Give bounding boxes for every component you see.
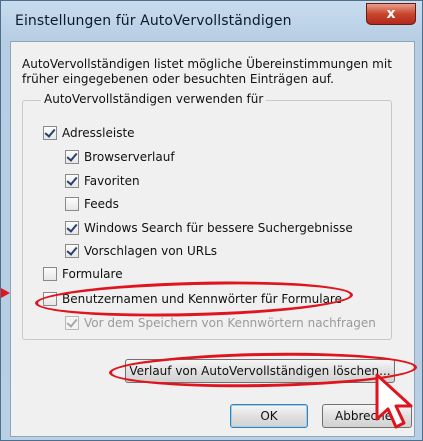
ok-label: OK xyxy=(260,409,278,423)
windows-search-label: Windows Search für bessere Suchergebniss… xyxy=(84,221,353,235)
favoriten-checkbox[interactable] xyxy=(65,174,79,188)
title-bar[interactable]: Einstellungen für AutoVervollständigen x xyxy=(1,1,423,41)
option-windows-search[interactable]: Windows Search für bessere Suchergebniss… xyxy=(65,219,353,237)
close-icon: x xyxy=(386,6,396,22)
group-label: AutoVervollständigen verwenden für xyxy=(41,92,267,106)
option-formulare[interactable]: Formulare xyxy=(43,265,123,283)
ok-button[interactable]: OK xyxy=(230,404,308,428)
windows-search-checkbox[interactable] xyxy=(65,221,79,235)
option-ask-before-saving: Vor dem Speichern von Kennwörtern nachfr… xyxy=(65,314,376,332)
adressleiste-label: Adressleiste xyxy=(62,126,135,140)
pointer-arrow-icon xyxy=(1,288,10,298)
autocomplete-settings-dialog: Einstellungen für AutoVervollständigen x… xyxy=(0,0,423,441)
option-adressleiste[interactable]: Adressleiste xyxy=(43,124,135,142)
window-title: Einstellungen für AutoVervollständigen xyxy=(15,13,292,29)
option-browserverlauf[interactable]: Browserverlauf xyxy=(65,148,175,166)
suggest-urls-label: Vorschlagen von URLs xyxy=(84,244,218,258)
option-feeds[interactable]: Feeds xyxy=(65,195,119,213)
suggest-urls-checkbox[interactable] xyxy=(65,244,79,258)
formulare-checkbox[interactable] xyxy=(43,267,57,281)
browserverlauf-checkbox[interactable] xyxy=(65,150,79,164)
option-favoriten[interactable]: Favoriten xyxy=(65,172,140,190)
browserverlauf-label: Browserverlauf xyxy=(84,150,175,164)
mouse-cursor-icon xyxy=(375,373,413,429)
adressleiste-checkbox[interactable] xyxy=(43,126,57,140)
option-suggest-urls[interactable]: Vorschlagen von URLs xyxy=(65,242,217,260)
close-button[interactable]: x xyxy=(366,3,416,25)
feeds-checkbox[interactable] xyxy=(65,197,79,211)
ask-before-saving-checkbox xyxy=(65,316,79,330)
description-text: AutoVervollständigen listet mögliche Übe… xyxy=(22,57,392,86)
favoriten-label: Favoriten xyxy=(84,174,140,188)
feeds-label: Feeds xyxy=(84,197,119,211)
formulare-label: Formulare xyxy=(62,267,123,281)
ask-before-saving-label: Vor dem Speichern von Kennwörtern nachfr… xyxy=(84,316,376,330)
